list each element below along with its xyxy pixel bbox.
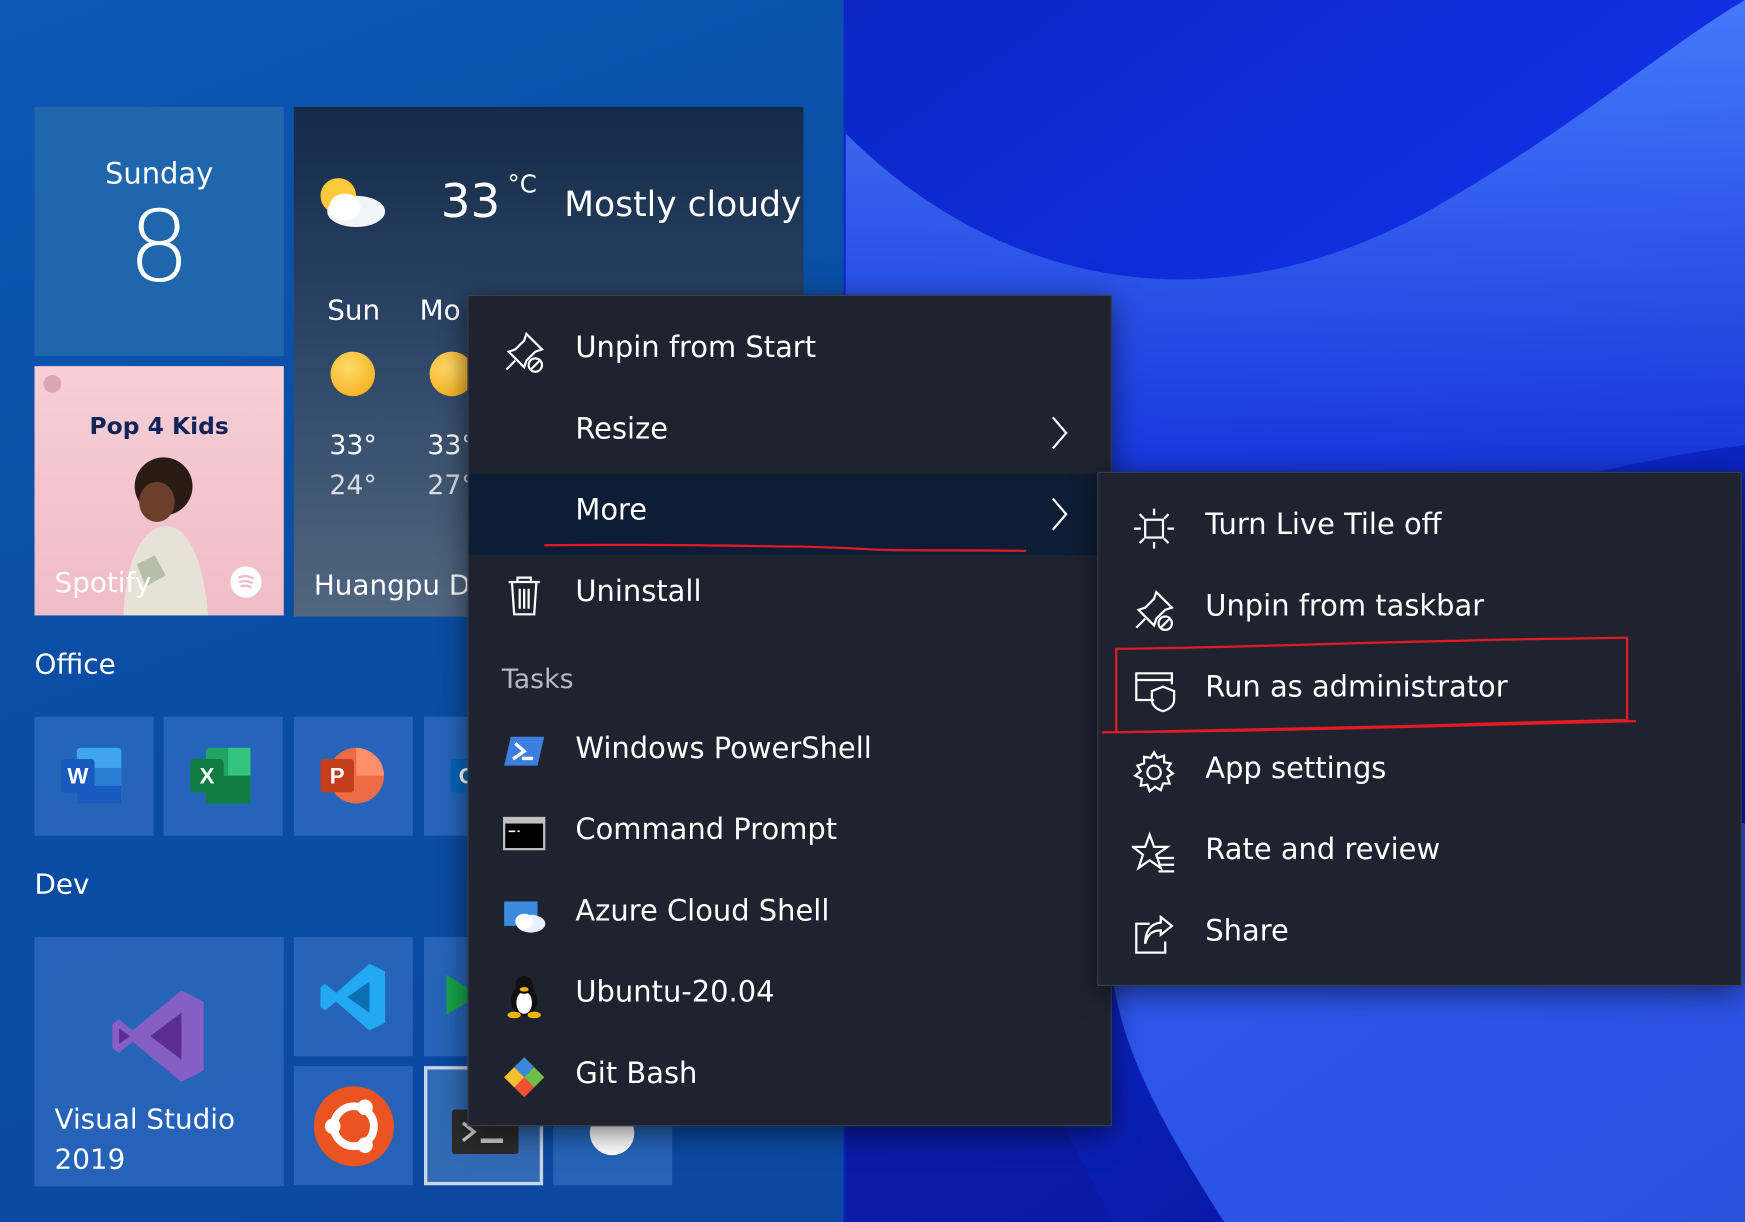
task-command-prompt[interactable]: Command Prompt	[469, 793, 1111, 874]
weather-condition: Mostly cloudy	[564, 184, 802, 225]
powerpoint-letter: P	[330, 763, 345, 788]
ubuntu-tile[interactable]	[293, 1066, 413, 1186]
menu-item-run-as-administrator[interactable]: Run as administrator	[1098, 651, 1740, 732]
calendar-day: Sunday	[104, 158, 214, 192]
menu-item-unpin-from-start[interactable]: Unpin from Start	[469, 312, 1111, 393]
chevron-right-icon	[1051, 497, 1068, 531]
task-label: Azure Cloud Shell	[575, 894, 830, 929]
word-letter: W	[67, 763, 88, 788]
task-azure-cloud-shell[interactable]: Azure Cloud Shell	[469, 875, 1111, 956]
azure-icon	[504, 901, 546, 933]
excel-icon: X	[190, 747, 251, 804]
live-tile-icon	[1134, 508, 1175, 549]
weather-city: Huangpu D	[313, 568, 471, 601]
forecast-high: 33°	[329, 429, 377, 461]
menu-item-label: Unpin from taskbar	[1205, 589, 1485, 624]
playlist-title: Pop 4 Kids	[89, 412, 229, 440]
ubuntu-icon	[313, 1086, 394, 1167]
group-label-dev: Dev	[34, 868, 90, 901]
powerpoint-tile[interactable]: P	[293, 716, 413, 836]
menu-item-label: Turn Live Tile off	[1205, 508, 1442, 542]
menu-item-turn-live-tile-off[interactable]: Turn Live Tile off	[1098, 489, 1740, 570]
tasks-section-header: Tasks	[501, 663, 574, 695]
sunny-icon	[330, 351, 376, 397]
linux-icon	[507, 976, 541, 1019]
spotify-small-icon	[43, 375, 62, 393]
trash-icon	[508, 576, 540, 616]
chevron-right-icon	[1051, 416, 1068, 450]
spotify-tile[interactable]: Pop 4 Kids Spotify	[34, 366, 284, 616]
menu-item-label: App settings	[1205, 752, 1387, 786]
menu-item-label: Unpin from Start	[575, 331, 817, 366]
menu-item-label: Uninstall	[575, 575, 702, 609]
menu-item-app-settings[interactable]: App settings	[1098, 732, 1740, 813]
cmd-icon	[503, 816, 546, 851]
word-icon: W	[61, 747, 122, 804]
spotify-logo-icon	[230, 566, 262, 598]
tile-context-menu: Unpin from Start Resize More Uninstall T…	[467, 294, 1112, 1127]
unpin-icon	[1135, 590, 1174, 632]
star-list-icon	[1131, 831, 1175, 873]
menu-item-share[interactable]: Share	[1098, 895, 1740, 976]
forecast-day: Mo	[419, 293, 461, 327]
menu-item-uninstall[interactable]: Uninstall	[469, 555, 1111, 636]
unpin-icon	[505, 331, 545, 373]
menu-item-label: Share	[1205, 914, 1289, 949]
excel-tile[interactable]: X	[163, 716, 283, 836]
menu-item-label: More	[575, 494, 648, 528]
task-windows-powershell[interactable]: Windows PowerShell	[469, 712, 1111, 793]
menu-item-label: Resize	[575, 412, 669, 447]
menu-item-resize[interactable]: Resize	[469, 393, 1111, 474]
forecast-low: 24°	[329, 469, 377, 501]
weather-unit: °C	[507, 171, 537, 200]
visual-studio-icon	[112, 990, 204, 1082]
menu-item-more[interactable]: More	[468, 474, 1111, 556]
task-label: Command Prompt	[575, 813, 838, 847]
powerpoint-icon: P	[320, 747, 384, 804]
git-icon	[504, 1057, 545, 1098]
calendar-tile[interactable]: Sunday 8	[34, 106, 284, 357]
partly-cloudy-icon	[320, 178, 386, 228]
task-ubuntu[interactable]: Ubuntu-20.04	[469, 956, 1111, 1037]
menu-item-label: Run as administrator	[1205, 671, 1508, 705]
group-label-office: Office	[34, 647, 116, 680]
weather-temperature: 33	[440, 173, 501, 229]
menu-item-unpin-from-taskbar[interactable]: Unpin from taskbar	[1098, 570, 1740, 651]
task-label: Windows PowerShell	[575, 732, 872, 766]
visual-studio-label: Visual Studio 2019	[54, 1102, 236, 1176]
menu-item-label: Rate and review	[1205, 833, 1441, 867]
vscode-icon	[320, 963, 386, 1031]
gear-icon	[1133, 750, 1175, 794]
excel-letter: X	[200, 763, 215, 788]
calendar-date: 8	[127, 189, 191, 304]
spotify-label: Spotify	[54, 566, 152, 599]
vscode-tile[interactable]	[293, 937, 413, 1057]
task-label: Git Bash	[575, 1057, 698, 1091]
share-icon	[1135, 914, 1174, 954]
task-git-bash[interactable]: Git Bash	[469, 1037, 1111, 1118]
shield-window-icon	[1135, 672, 1176, 713]
menu-item-rate-and-review[interactable]: Rate and review	[1098, 814, 1740, 895]
word-tile[interactable]: W	[34, 716, 154, 836]
visual-studio-tile[interactable]: Visual Studio 2019	[34, 937, 284, 1187]
powershell-icon	[504, 736, 545, 766]
forecast-day: Sun	[327, 293, 381, 327]
more-submenu: Turn Live Tile off Unpin from taskbar Ru…	[1097, 471, 1742, 987]
task-label: Ubuntu-20.04	[575, 976, 775, 1010]
